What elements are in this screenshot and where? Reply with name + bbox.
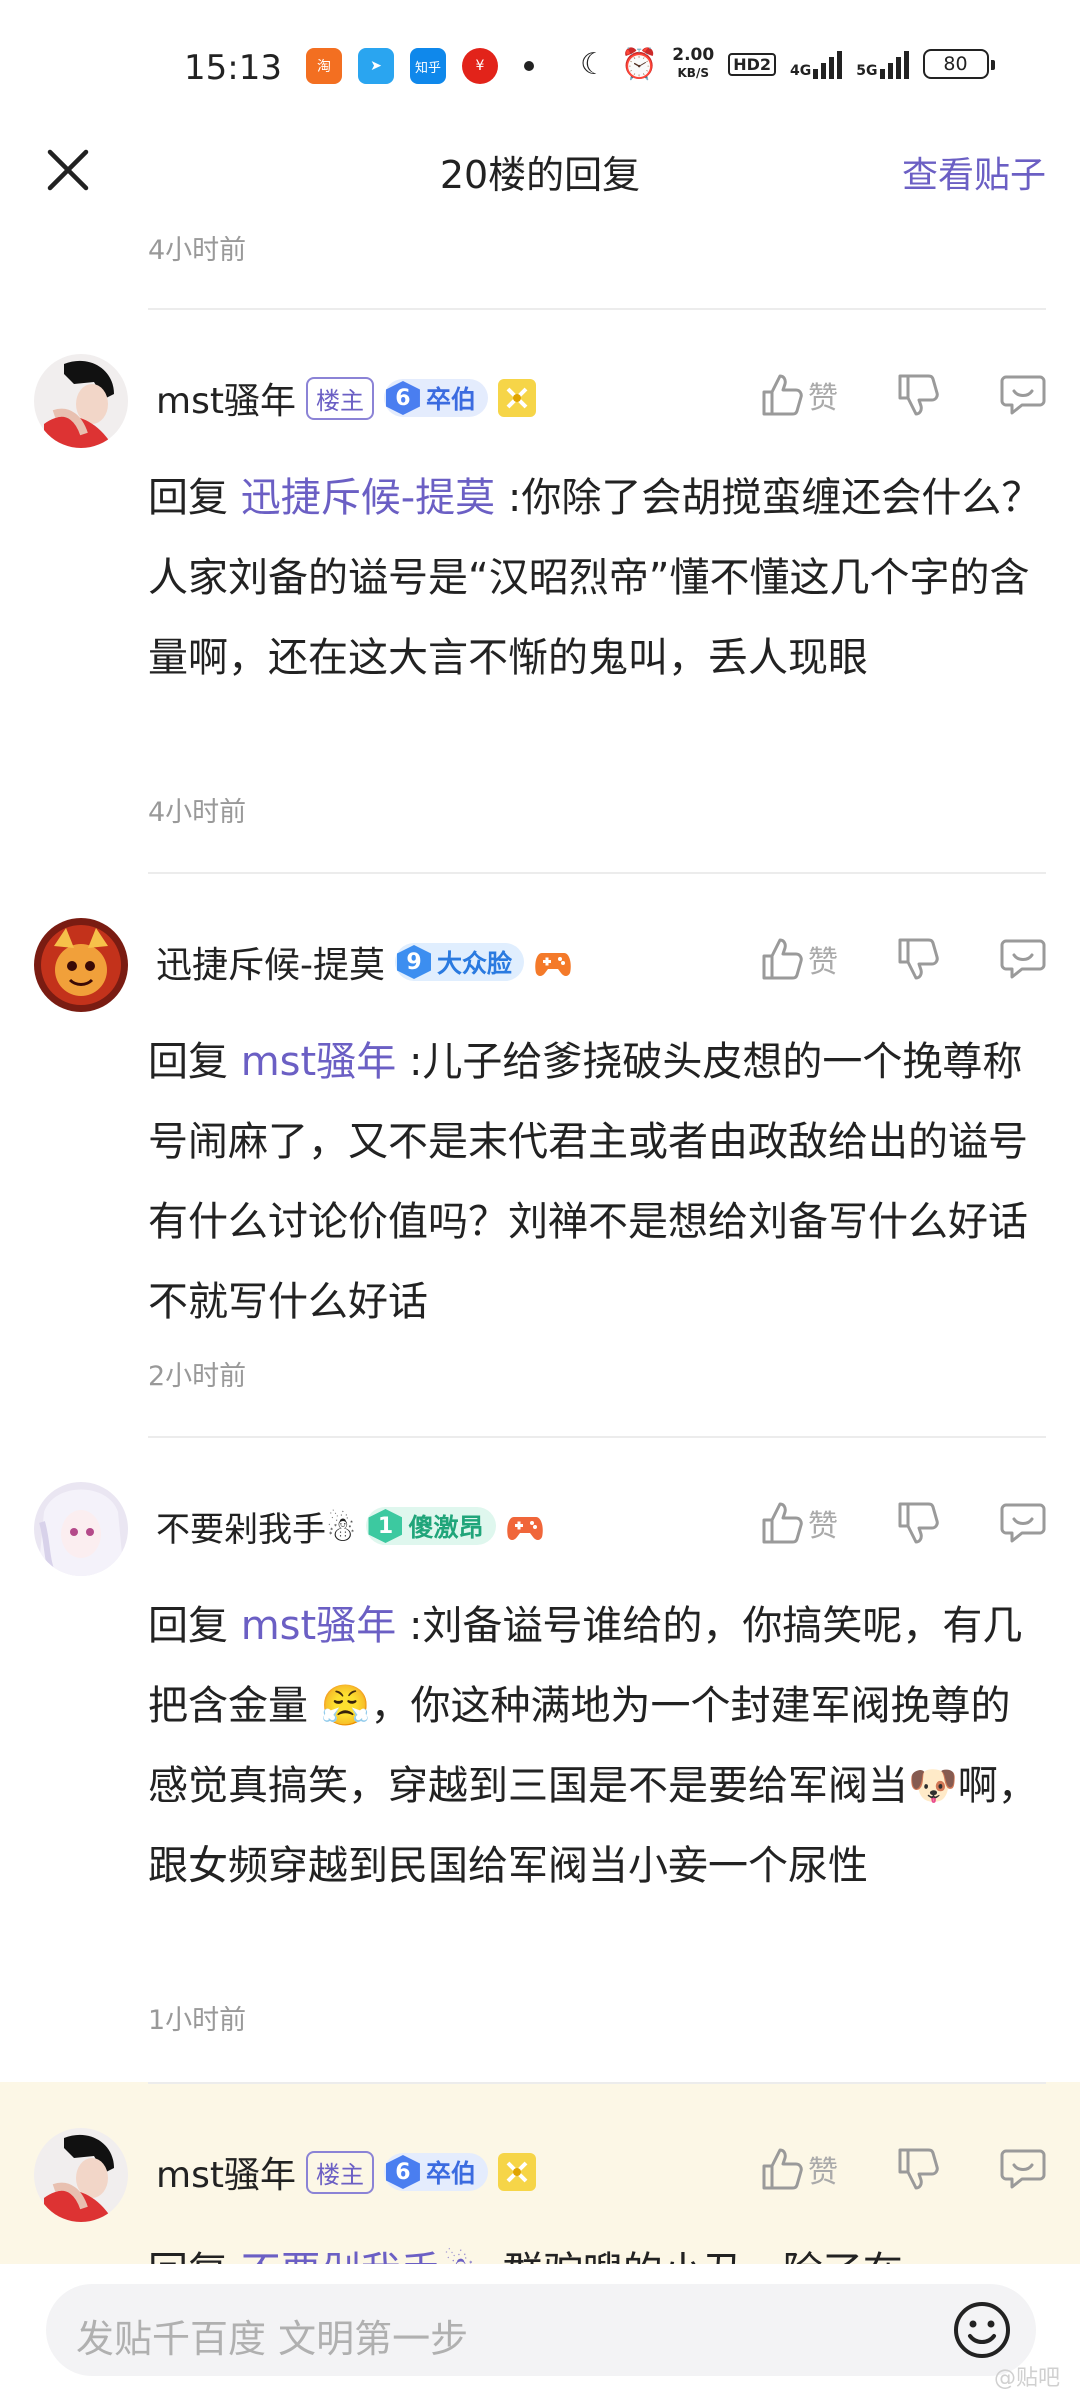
comment-button[interactable]: [1000, 1501, 1046, 1545]
username[interactable]: mst骚年: [156, 372, 296, 424]
comment-button[interactable]: [1000, 2147, 1046, 2191]
level-title: 傻激昂: [408, 1513, 484, 1542]
top-nav: 20楼的回复 查看贴子: [0, 130, 1080, 210]
notification-dot-icon: [524, 61, 534, 71]
comment-icon: [1000, 2149, 1046, 2189]
bottom-input-bar: 发贴千百度 文明第一步 @贴吧: [0, 2264, 1080, 2400]
avatar[interactable]: [34, 918, 128, 1012]
comment-icon: [1000, 1503, 1046, 1543]
reply-actions: 赞: [760, 372, 1046, 418]
comment-button[interactable]: [1000, 373, 1046, 417]
like-button[interactable]: 赞: [760, 372, 856, 418]
level-badge: 1 傻激昂: [366, 1507, 496, 1545]
watermark: @贴吧: [993, 2366, 1060, 2391]
reply-content: 回复 mst骚年 :刘备谥号谁给的，你搞笑呢，有几把含金量 😤，你这种满地为一个…: [148, 1603, 1038, 1889]
thumb-up-icon: [762, 374, 803, 416]
dislike-button[interactable]: [896, 1500, 940, 1546]
comment-button[interactable]: [1000, 937, 1046, 981]
divider: [148, 308, 1046, 310]
gamepad-icon: [534, 943, 572, 981]
zhihu-app-icon: 知乎: [410, 48, 446, 84]
gamepad-icon: [506, 1507, 544, 1545]
ecny-app-icon: ¥: [462, 48, 498, 84]
level-badge: 6 卒伯: [383, 2153, 488, 2191]
dislike-button[interactable]: [896, 2146, 940, 2192]
status-app-icons: 淘 ➤ 知乎 ¥: [306, 48, 534, 84]
level-number: 1: [368, 1509, 403, 1543]
user-info-row: mst骚年 楼主 6 卒伯: [156, 374, 536, 422]
reply-actions: 赞: [760, 936, 1046, 982]
user-info-row: mst骚年 楼主 6 卒伯: [156, 2148, 536, 2196]
level-title: 卒伯: [425, 385, 476, 414]
mention-link[interactable]: mst骚年: [241, 1603, 397, 1649]
like-button[interactable]: 赞: [760, 936, 856, 982]
level-badge: 9 大众脸: [395, 943, 525, 981]
network-speed: 2.00 KB/S: [672, 45, 715, 80]
reply-time: 4小时前: [148, 797, 247, 828]
mention-link[interactable]: 迅捷斥候-提莫: [241, 475, 495, 521]
dingtalk-app-icon: ➤: [358, 48, 394, 84]
thumb-up-icon: [762, 938, 803, 980]
comment-icon: [1000, 375, 1046, 415]
user-info-row: 不要剁我手☃ 1 傻激昂: [156, 1502, 544, 1550]
hd-voice-icon: HD2: [728, 52, 777, 76]
username[interactable]: 不要剁我手☃: [156, 1502, 356, 1551]
previous-reply-time: 4小时前: [148, 235, 247, 266]
reply-input-placeholder: 发贴千百度 文明第一步: [76, 2317, 469, 2361]
comment-icon: [1000, 939, 1046, 979]
reply-input[interactable]: 发贴千百度 文明第一步: [46, 2284, 1036, 2376]
divider: [148, 1436, 1046, 1438]
signal-4g-icon: 4G: [790, 49, 843, 79]
divider: [148, 2082, 1046, 2084]
level-badge: 6 卒伯: [383, 379, 488, 417]
username[interactable]: mst骚年: [156, 2146, 296, 2198]
op-badge: 楼主: [305, 2150, 374, 2194]
avatar[interactable]: [34, 354, 128, 448]
moon-icon: ☾: [580, 46, 607, 82]
reply-item: mst骚年 楼主 6 卒伯 赞 回复 迅捷斥候-提莫:你除了会胡搅蛮缠还会什么…: [0, 308, 1080, 872]
user-info-row: 迅捷斥候-提莫 9 大众脸: [156, 938, 572, 986]
taobao-app-icon: 淘: [306, 48, 342, 84]
reply-item: 迅捷斥候-提莫 9 大众脸 赞 回复 mst骚年 :儿子给爹挠破头皮想的一个挽尊…: [0, 872, 1080, 1436]
emoji-icon[interactable]: [952, 2300, 1012, 2360]
like-button[interactable]: 赞: [760, 2146, 856, 2192]
alarm-icon: ⏰: [620, 46, 659, 82]
avatar[interactable]: [34, 1482, 128, 1576]
level-number: 9: [397, 945, 431, 979]
battery-icon: 80: [922, 49, 995, 79]
thumb-down-icon: [898, 374, 939, 416]
medal-icon: [497, 379, 536, 417]
thumb-down-icon: [898, 2148, 939, 2190]
thumb-up-icon: [762, 2148, 803, 2190]
signal-5g-icon: 5G: [856, 49, 909, 79]
reply-actions: 赞: [760, 2146, 1046, 2192]
mention-link[interactable]: mst骚年: [241, 1039, 397, 1085]
status-indicators: ☾ ⏰ 2.00 KB/S HD2 4G 5G 80: [580, 45, 995, 82]
thumb-up-icon: [762, 1502, 803, 1544]
level-number: 6: [385, 381, 420, 415]
level-title: 大众脸: [437, 949, 513, 978]
reply-time: 2小时前: [148, 1361, 247, 1392]
divider: [148, 872, 1046, 874]
reply-actions: 赞: [760, 1500, 1046, 1546]
thumb-down-icon: [898, 1502, 939, 1544]
op-badge: 楼主: [305, 376, 374, 420]
level-number: 6: [385, 2155, 420, 2189]
thumb-down-icon: [898, 938, 939, 980]
avatar[interactable]: [34, 2128, 128, 2222]
dislike-button[interactable]: [896, 936, 940, 982]
status-bar: 15:13 淘 ➤ 知乎 ¥ ☾ ⏰ 2.00 KB/S HD2 4G 5G 8…: [0, 0, 1080, 130]
reply-list: mst骚年 楼主 6 卒伯 赞 回复 迅捷斥候-提莫:你除了会胡搅蛮缠还会什么…: [0, 308, 1080, 2400]
reply-item: 不要剁我手☃ 1 傻激昂 赞 回复 mst骚年 :刘备谥号谁给的，你搞笑呢，有几…: [0, 1436, 1080, 2082]
level-title: 卒伯: [425, 2159, 476, 2188]
reply-content: 回复 mst骚年 :儿子给爹挠破头皮想的一个挽尊称号闹麻了，又不是末代君主或者由…: [148, 1039, 1028, 1325]
medal-icon: [497, 2153, 536, 2191]
reply-content: 回复 迅捷斥候-提莫 :你除了会胡搅蛮缠还会什么？人家刘备的谥号是“汉昭烈帝”懂…: [148, 475, 1042, 681]
status-time: 15:13: [184, 48, 282, 88]
view-post-button[interactable]: 查看贴子: [902, 146, 1046, 198]
reply-time: 1小时前: [148, 2005, 247, 2036]
username[interactable]: 迅捷斥候-提莫: [156, 936, 385, 988]
dislike-button[interactable]: [896, 372, 940, 418]
like-button[interactable]: 赞: [760, 1500, 856, 1546]
